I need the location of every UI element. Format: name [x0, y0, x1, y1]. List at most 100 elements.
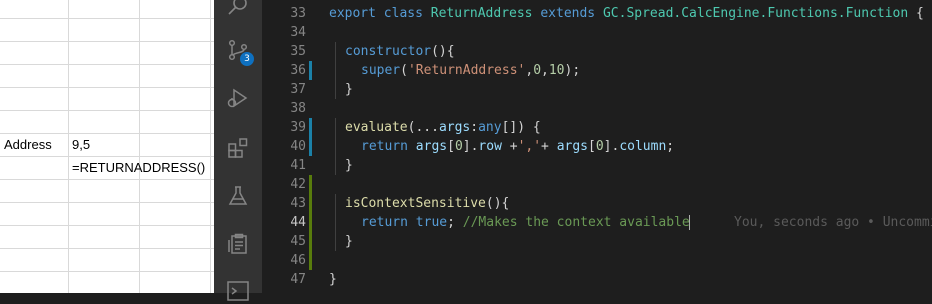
code-token: (	[400, 63, 408, 78]
line-number: 34	[290, 25, 306, 40]
code-text: return true; //Makes the context availab…	[361, 213, 690, 232]
flask-icon[interactable]	[226, 184, 250, 208]
code-token: }	[345, 82, 353, 97]
code-text: evaluate(...args:any[]) {	[345, 118, 541, 137]
line-number: 40	[290, 139, 306, 154]
spreadsheet-pane[interactable]: Address 9,5 =RETURNADDRESS()	[0, 0, 214, 293]
code-token: args	[415, 139, 448, 154]
code-token: {	[908, 6, 924, 21]
code-editor[interactable]: 33 export class ReturnAddress extends GC…	[262, 0, 932, 293]
code-token: ','	[517, 139, 542, 154]
code-token: args	[438, 120, 471, 135]
cell-address-label[interactable]: Address	[0, 134, 68, 156]
code-token: (...	[407, 120, 439, 135]
row-divider	[0, 225, 214, 226]
line-number: 36	[290, 63, 306, 78]
code-line[interactable]: 35 constructor(){	[262, 42, 932, 61]
line-number: 46	[290, 253, 306, 268]
code-line[interactable]: 47 }	[262, 270, 932, 289]
code-line[interactable]: 38	[262, 99, 932, 118]
code-line[interactable]: 40 return args[0].row +','+ args[0].colu…	[262, 137, 932, 156]
code-token: row	[478, 139, 502, 154]
code-text: }	[345, 156, 353, 175]
code-line[interactable]: 46	[262, 251, 932, 270]
code-token: ].	[462, 139, 479, 154]
code-text: isContextSensitive(){	[345, 194, 509, 213]
code-token: return	[361, 215, 408, 230]
clipboard-icon[interactable]	[226, 232, 250, 256]
code-token: column	[619, 139, 667, 154]
row-divider	[0, 110, 214, 111]
code-token: args	[556, 139, 589, 154]
code-line[interactable]: 33 export class ReturnAddress extends GC…	[262, 4, 932, 23]
code-text: constructor(){	[345, 42, 455, 61]
code-token: 0	[595, 139, 604, 154]
code-token: (){	[431, 44, 455, 59]
code-token: 0	[533, 63, 542, 78]
cell-empty[interactable]	[0, 157, 68, 179]
code-token: 'ReturnAddress'	[407, 63, 526, 78]
terminal-icon[interactable]	[226, 280, 250, 304]
code-token: +	[541, 139, 557, 154]
cell-formula[interactable]: =RETURNADDRESS()	[68, 157, 214, 179]
code-token: true	[415, 215, 448, 230]
code-token: );	[564, 63, 581, 78]
row-divider	[0, 87, 214, 88]
code-token: isContextSensitive	[345, 196, 486, 211]
code-token: (){	[485, 196, 510, 211]
line-number: 45	[290, 234, 306, 249]
code-line[interactable]: 41 }	[262, 156, 932, 175]
search-icon[interactable]	[226, 0, 250, 18]
code-token: 0	[454, 139, 463, 154]
code-line[interactable]: 45 }	[262, 232, 932, 251]
code-token: any	[478, 120, 502, 135]
code-token: [	[447, 139, 455, 154]
row-divider	[0, 271, 214, 272]
extensions-icon[interactable]	[226, 136, 250, 160]
code-token: extends	[540, 6, 596, 21]
row-divider	[0, 18, 214, 19]
code-token: export	[329, 6, 376, 21]
row-divider	[0, 41, 214, 42]
line-number: 38	[290, 101, 306, 116]
code-token: ,	[541, 63, 549, 78]
column-divider	[210, 0, 211, 293]
code-text: }	[345, 80, 353, 99]
row-divider	[0, 248, 214, 249]
code-token: super	[361, 63, 401, 78]
line-number: 44	[290, 215, 306, 230]
code-token: :	[470, 120, 479, 135]
run-debug-icon[interactable]	[226, 86, 250, 110]
code-token: evaluate	[345, 120, 408, 135]
code-line[interactable]: 36 super('ReturnAddress',0,10);	[262, 61, 932, 80]
code-line[interactable]: 42	[262, 175, 932, 194]
code-token: constructor	[345, 44, 432, 59]
line-number: 42	[290, 177, 306, 192]
code-token: class	[383, 6, 423, 21]
line-number: 43	[290, 196, 306, 211]
code-line[interactable]: 39 evaluate(...args:any[]) {	[262, 118, 932, 137]
code-token: ;	[666, 139, 675, 154]
code-text: super('ReturnAddress',0,10);	[361, 61, 580, 80]
code-line[interactable]: 37 }	[262, 80, 932, 99]
code-text: export class ReturnAddress extends GC.Sp…	[329, 4, 924, 23]
code-line[interactable]: 34	[262, 23, 932, 42]
code-text: return args[0].row +','+ args[0].column;	[361, 137, 674, 156]
code-token: [	[588, 139, 596, 154]
code-token: }	[345, 234, 353, 249]
line-number: 47	[290, 272, 306, 287]
column-divider	[139, 0, 140, 293]
code-token: return	[361, 139, 408, 154]
text-cursor	[688, 215, 690, 230]
code-token: //Makes the context available	[462, 215, 690, 230]
code-token: ;	[447, 215, 455, 230]
code-token: 10	[548, 63, 565, 78]
code-text: }	[329, 270, 337, 289]
source-control-badge: 3	[240, 52, 254, 66]
line-number: 41	[290, 158, 306, 173]
code-token: +	[501, 139, 518, 154]
code-token: ReturnAddress	[430, 6, 533, 21]
code-line[interactable]: 43 isContextSensitive(){	[262, 194, 932, 213]
code-line-active[interactable]: 44 return true; //Makes the context avai…	[262, 213, 932, 232]
cell-address-value[interactable]: 9,5	[68, 134, 139, 156]
